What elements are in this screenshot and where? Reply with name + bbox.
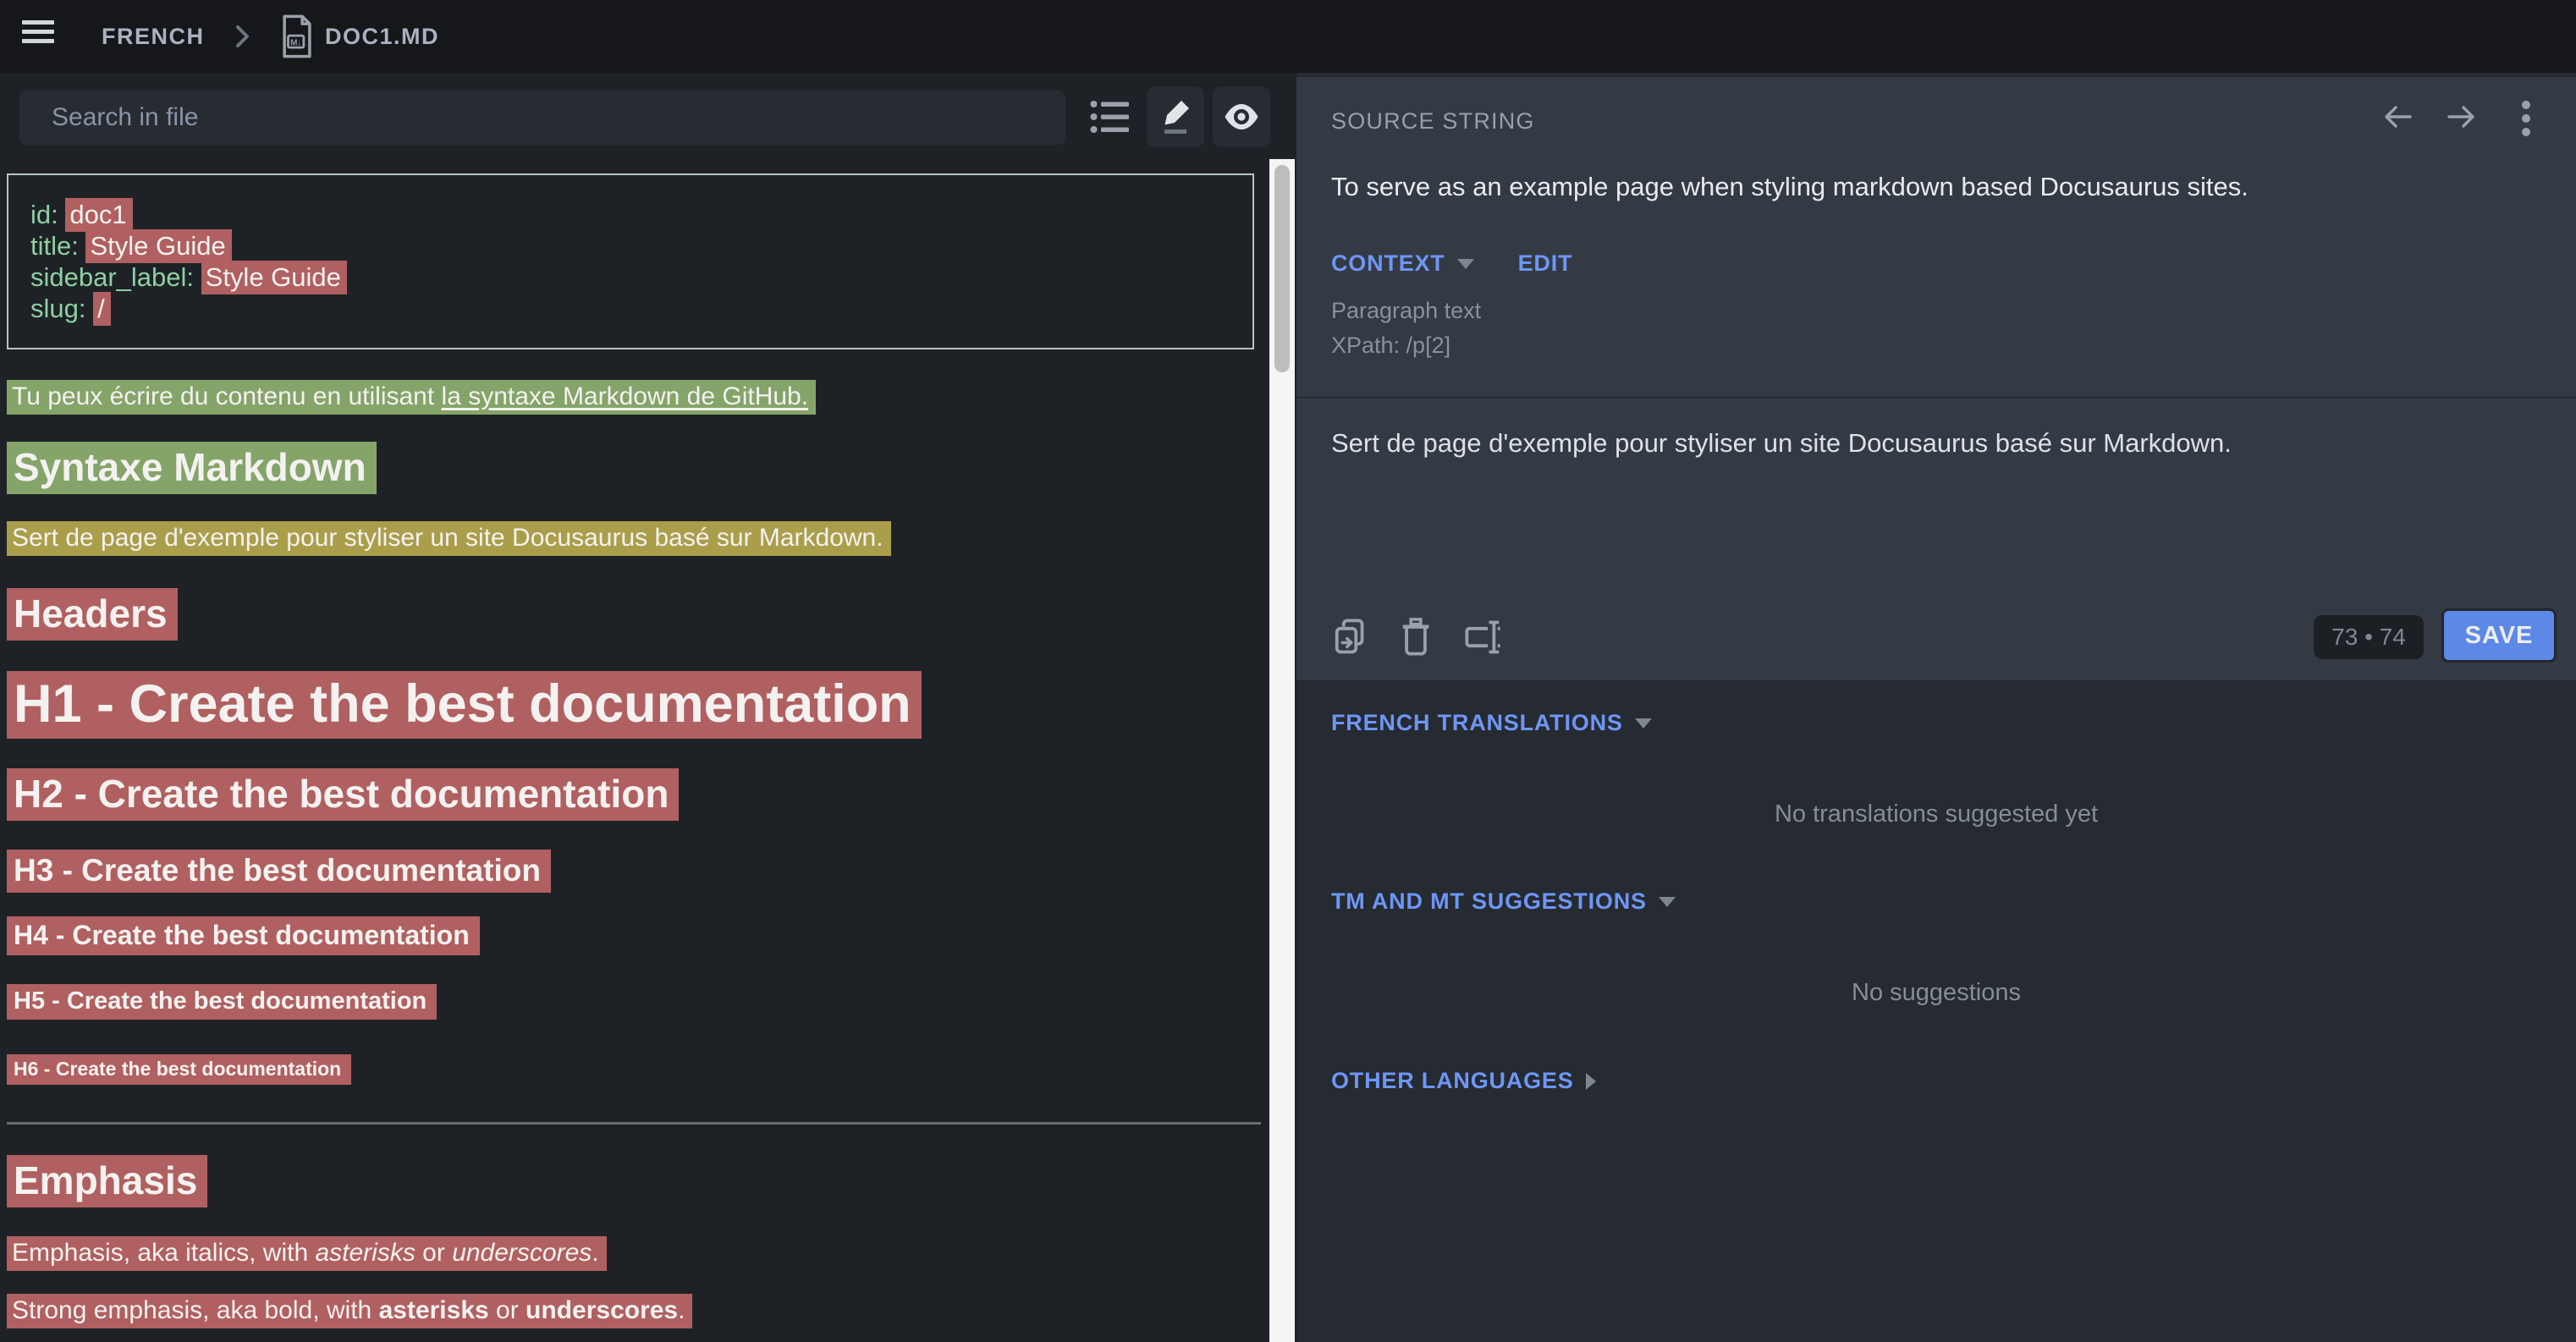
string-translated[interactable]: Syntaxe Markdown	[7, 442, 377, 494]
card-divider	[1296, 397, 2576, 399]
string-untranslated[interactable]: H6 - Create the best documentation	[7, 1054, 351, 1085]
tm-empty-state: No suggestions	[1296, 979, 2576, 1007]
edit-mode-button[interactable]	[1147, 86, 1204, 147]
heading-headers: Headers	[7, 591, 1264, 636]
context-row: CONTEXT EDIT	[1331, 250, 1572, 277]
paragraph-emphasis: Emphasis, aka italics, with asterisks or…	[7, 1237, 1264, 1269]
character-counter: 73 • 74	[2314, 615, 2424, 659]
chevron-right-icon	[230, 22, 254, 51]
frontmatter-key: slug:	[30, 294, 93, 323]
translation-toolbar	[1331, 617, 1504, 657]
more-options-icon[interactable]	[2520, 99, 2532, 138]
context-meta: Paragraph text XPath: /p[2]	[1331, 294, 1481, 363]
heading-emphasis: Emphasis	[7, 1158, 1264, 1203]
string-untranslated[interactable]: Emphasis, aka italics, with asterisks or…	[7, 1236, 607, 1271]
string-selected[interactable]: Sert de page d'exemple pour styliser un …	[7, 521, 891, 556]
topbar: FRENCH M↓ DOC1.MD	[0, 0, 2576, 73]
previous-string-button[interactable]	[2382, 101, 2414, 133]
string-untranslated[interactable]: H2 - Create the best documentation	[7, 768, 679, 821]
heading-h5: H5 - Create the best documentation	[7, 987, 1264, 1015]
delete-translation-icon[interactable]	[1399, 617, 1433, 657]
save-button[interactable]: SAVE	[2441, 608, 2557, 663]
frontmatter-key: id:	[30, 200, 65, 229]
string-untranslated[interactable]: Strong emphasis, aka bold, with asterisk…	[7, 1294, 692, 1328]
string-translated[interactable]: Tu peux écrire du contenu en utilisant l…	[7, 380, 816, 415]
rename-string-icon[interactable]	[1463, 619, 1504, 656]
markdown-file-icon: M↓	[279, 14, 315, 59]
section-other-languages[interactable]: OTHER LANGUAGES	[1331, 1068, 1596, 1094]
heading-h4: H4 - Create the best documentation	[7, 920, 1264, 951]
string-untranslated[interactable]: Headers	[7, 588, 178, 641]
pencil-icon	[1157, 97, 1194, 136]
string-untranslated[interactable]: /	[93, 292, 111, 326]
document-content: id: doc1 title: Style Guide sidebar_labe…	[7, 173, 1264, 1327]
paragraph-intro: Tu peux écrire du contenu en utilisant l…	[7, 381, 1264, 413]
scrollbar-thumb[interactable]	[1274, 165, 1290, 372]
heading-syntax: Syntaxe Markdown	[7, 445, 1264, 490]
breadcrumb-language[interactable]: FRENCH	[102, 24, 205, 50]
chevron-down-icon	[1457, 259, 1474, 269]
source-string-label: SOURCE STRING	[1331, 108, 1535, 135]
document-scrollbar[interactable]	[1269, 159, 1295, 1342]
frontmatter-key: sidebar_label:	[30, 262, 201, 292]
next-string-button[interactable]	[2445, 101, 2477, 133]
string-untranslated[interactable]: H4 - Create the best documentation	[7, 916, 480, 955]
string-untranslated[interactable]: Emphasis	[7, 1155, 207, 1207]
frontmatter-key: title:	[30, 231, 85, 261]
strings-list-icon[interactable]	[1090, 98, 1131, 135]
chevron-right-icon	[1586, 1073, 1596, 1090]
hamburger-menu-icon[interactable]	[22, 20, 56, 52]
context-type: Paragraph text	[1331, 294, 1481, 328]
translation-input[interactable]: Sert de page d'exemple pour styliser un …	[1331, 428, 2232, 459]
copy-source-icon[interactable]	[1331, 617, 1368, 657]
svg-text:M↓: M↓	[290, 39, 301, 48]
translation-editor: FRENCH M↓ DOC1.MD	[0, 0, 2576, 1342]
edit-context-button[interactable]: EDIT	[1518, 250, 1573, 277]
section-french-translations[interactable]: FRENCH TRANSLATIONS	[1331, 710, 1652, 736]
frontmatter-block: id: doc1 title: Style Guide sidebar_labe…	[7, 173, 1254, 349]
paragraph-selected: Sert de page d'exemple pour styliser un …	[7, 522, 1264, 554]
context-toggle[interactable]: CONTEXT	[1331, 250, 1445, 277]
chevron-down-icon	[1635, 718, 1652, 729]
translations-empty-state: No translations suggested yet	[1296, 800, 2576, 828]
doc-link[interactable]: la syntaxe Markdown de GitHub.	[442, 382, 809, 410]
source-string-text: To serve as an example page when styling…	[1331, 172, 2248, 202]
string-untranslated[interactable]: H3 - Create the best documentation	[7, 850, 551, 893]
heading-h3: H3 - Create the best documentation	[7, 853, 1264, 888]
context-xpath: XPath: /p[2]	[1331, 328, 1481, 363]
string-untranslated[interactable]: H1 - Create the best documentation	[7, 671, 922, 739]
search-input[interactable]	[19, 91, 1065, 145]
string-untranslated[interactable]: Style Guide	[85, 229, 231, 263]
horizontal-rule	[7, 1122, 1261, 1125]
document-panel: id: doc1 title: Style Guide sidebar_labe…	[0, 73, 1296, 1342]
translation-panel: SOURCE STRING To serve as an example pag…	[1296, 73, 2576, 1342]
eye-icon	[1223, 103, 1260, 130]
string-untranslated[interactable]: doc1	[65, 198, 132, 232]
heading-h1: H1 - Create the best documentation	[7, 674, 1264, 734]
section-tm-mt-suggestions[interactable]: TM AND MT SUGGESTIONS	[1331, 888, 1676, 915]
breadcrumb-filename[interactable]: DOC1.MD	[325, 24, 439, 50]
heading-h2: H2 - Create the best documentation	[7, 772, 1264, 817]
string-untranslated[interactable]: Style Guide	[201, 261, 347, 294]
heading-h6: H6 - Create the best documentation	[7, 1058, 1264, 1081]
paragraph-strong: Strong emphasis, aka bold, with asterisk…	[7, 1295, 1264, 1327]
source-string-card: SOURCE STRING To serve as an example pag…	[1296, 77, 2576, 680]
chevron-down-icon	[1659, 897, 1676, 907]
preview-mode-button[interactable]	[1213, 86, 1270, 147]
string-untranslated[interactable]: H5 - Create the best documentation	[7, 984, 437, 1020]
